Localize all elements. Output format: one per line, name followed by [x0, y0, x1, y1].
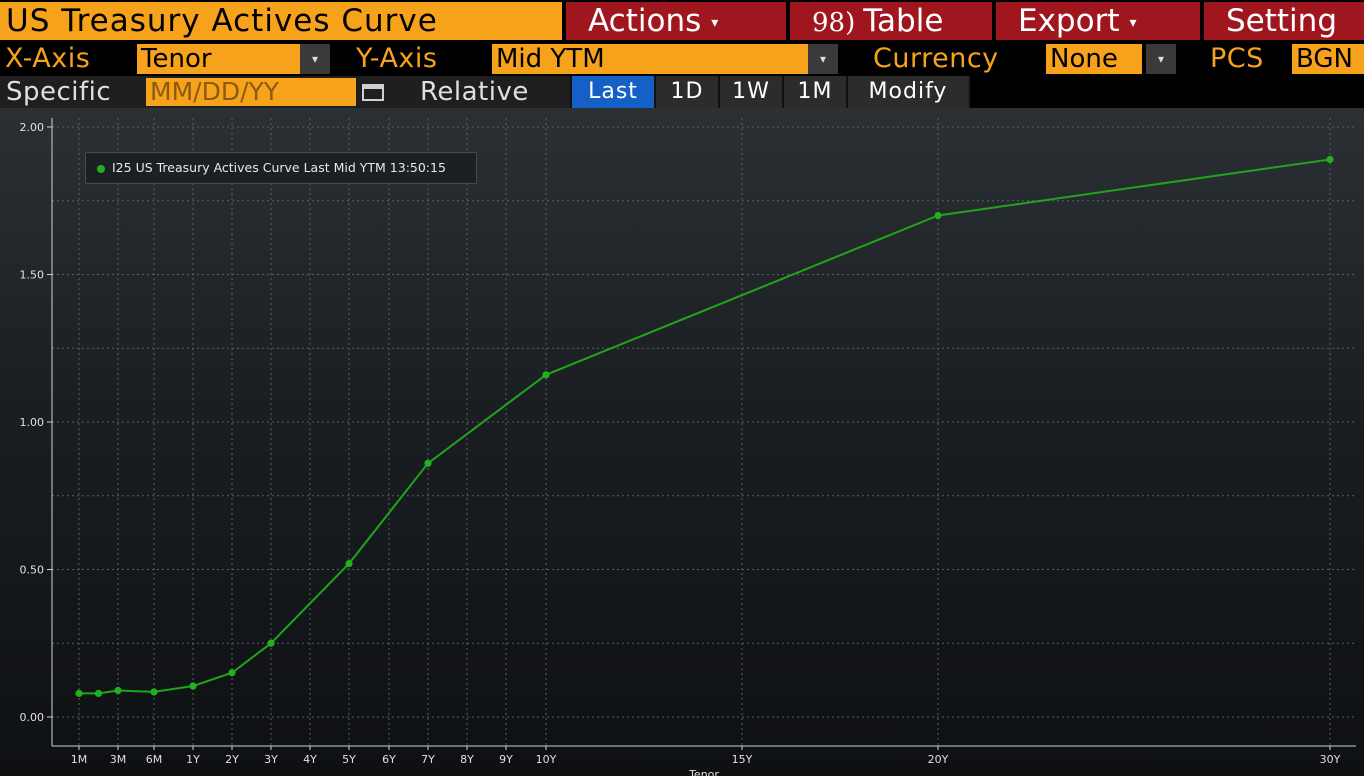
yield-curve-chart[interactable]: 0.00 0.50 1.00 1.50 2.00 1M 3M 6M 1Y 2Y 3Y 4Y 5Y 6Y 7Y… [0, 108, 1364, 776]
export-label: Export [1018, 3, 1120, 39]
x-axis-select[interactable]: Tenor [137, 44, 300, 74]
y-tick-label: 1.00 [20, 416, 45, 429]
x-axis-title: Tenor [688, 768, 719, 776]
range-button-last[interactable]: Last [570, 76, 654, 108]
x-tick-label: 9Y [499, 753, 513, 766]
y-tick-label: 2.00 [20, 121, 45, 134]
data-point[interactable] [424, 459, 432, 467]
data-point[interactable] [1326, 155, 1334, 164]
legend-series-name: I25 US Treasury Actives Curve Last Mid Y… [112, 160, 446, 175]
x-tick-label: 4Y [303, 753, 317, 766]
data-point[interactable] [345, 560, 353, 568]
data-point[interactable] [75, 689, 83, 698]
y-tick-label: 0.50 [20, 564, 45, 577]
settings-button[interactable]: Setting [1204, 2, 1364, 40]
y-axis-label: Y-Axis [356, 43, 438, 74]
x-tick-label: 30Y [1320, 753, 1341, 766]
data-point[interactable] [228, 669, 236, 677]
specific-label: Specific [6, 77, 112, 107]
date-controls-bar: Specific MM/DD/YY Relative Last 1D 1W 1M… [0, 76, 970, 108]
x-tick-label: 1M [71, 753, 88, 766]
x-tick-label: 15Y [732, 753, 753, 766]
page-title: US Treasury Actives Curve [0, 2, 562, 40]
title-bar: US Treasury Actives Curve Actions ▾ 98) Ta… [0, 0, 1364, 42]
date-input[interactable]: MM/DD/YY [146, 78, 356, 106]
x-tick-label: 20Y [928, 753, 949, 766]
data-point[interactable] [150, 688, 158, 696]
data-point[interactable] [542, 371, 550, 379]
y-tick-label: 0.00 [20, 711, 45, 724]
x-tick-label: 3Y [264, 753, 278, 766]
series-line [79, 158, 1331, 695]
table-shortcut-number: 98) [812, 8, 856, 38]
x-axis-dropdown-icon[interactable]: ▾ [300, 44, 330, 74]
x-tick-label: 2Y [225, 753, 239, 766]
y-axis-dropdown-icon[interactable]: ▾ [808, 44, 838, 74]
pcs-label: PCS [1210, 43, 1264, 74]
relative-label: Relative [420, 77, 529, 107]
y-tick-label: 1.50 [20, 269, 45, 282]
x-tick-label: 8Y [460, 753, 474, 766]
x-tick-label: 10Y [536, 753, 557, 766]
y-axis-select[interactable]: Mid YTM [492, 44, 808, 74]
settings-label: Setting [1226, 3, 1337, 39]
chevron-down-icon: ▾ [1129, 14, 1137, 31]
actions-menu-button[interactable]: Actions ▾ [566, 2, 786, 40]
table-label: Table [863, 3, 944, 39]
actions-label: Actions [588, 3, 702, 39]
chart-legend: I25 US Treasury Actives Curve Last Mid Y… [85, 152, 477, 184]
range-button-1m[interactable]: 1M [782, 76, 846, 108]
chevron-down-icon: ▾ [711, 14, 719, 31]
x-tick-label: 7Y [421, 753, 435, 766]
data-point[interactable] [267, 639, 275, 647]
table-button[interactable]: 98) Table [790, 2, 992, 40]
range-button-1w[interactable]: 1W [718, 76, 782, 108]
x-tick-label: 3M [110, 753, 127, 766]
export-menu-button[interactable]: Export ▾ [996, 2, 1200, 40]
data-point[interactable] [94, 689, 103, 698]
axis-controls-bar: X-Axis Tenor ▾ Y-Axis Mid YTM ▾ Currency… [0, 42, 1364, 76]
calendar-icon[interactable] [362, 84, 384, 101]
x-tick-label: 5Y [342, 753, 356, 766]
currency-label: Currency [873, 43, 999, 74]
legend-marker [97, 165, 105, 173]
pcs-field[interactable]: BGN [1292, 44, 1364, 74]
data-point[interactable] [114, 686, 122, 695]
data-point[interactable] [934, 211, 942, 220]
x-tick-label: 6Y [382, 753, 396, 766]
currency-dropdown-icon[interactable]: ▾ [1146, 44, 1176, 74]
x-axis-label: X-Axis [5, 43, 91, 74]
x-tick-label: 6M [146, 753, 163, 766]
range-button-1d[interactable]: 1D [654, 76, 718, 108]
chart-canvas: 0.00 0.50 1.00 1.50 2.00 1M 3M 6M 1Y 2Y 3Y 4Y 5Y 6Y 7Y… [20, 118, 1356, 776]
x-tick-label: 1Y [186, 753, 200, 766]
modify-button[interactable]: Modify [846, 76, 968, 108]
currency-select[interactable]: None [1046, 44, 1142, 74]
data-point[interactable] [189, 682, 197, 690]
